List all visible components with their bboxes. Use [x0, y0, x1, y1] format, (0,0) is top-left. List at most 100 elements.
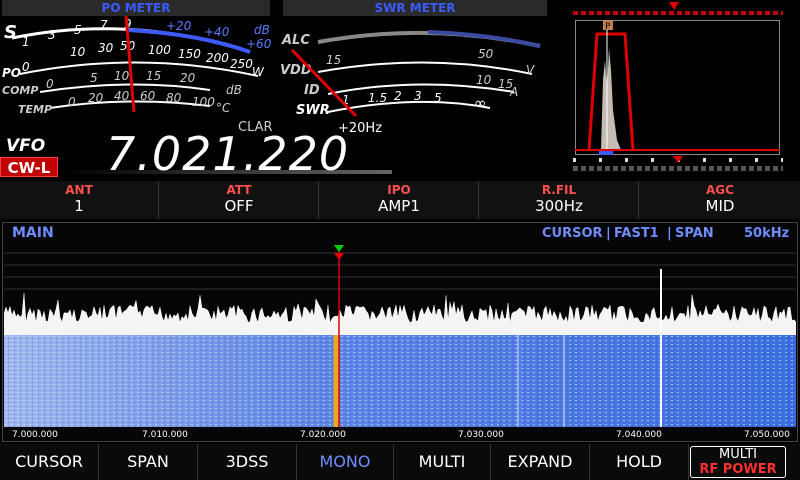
status-bar: ANT 1 ATT OFF IPO AMP1 R.FIL 300Hz AGC M… [0, 181, 800, 219]
spectrum-waterfall[interactable]: 7.000.000 7.010.000 7.020.000 7.030.000 … [4, 243, 796, 441]
status-label: IPO [387, 183, 411, 197]
status-label: AGC [706, 183, 734, 197]
scope-speed-option[interactable]: FAST1 [614, 226, 659, 241]
svg-text:15: 15 [146, 69, 161, 83]
svg-text:80: 80 [166, 91, 182, 105]
frequency-display[interactable]: 7.021.220 [106, 127, 349, 181]
svg-text:∞: ∞ [474, 94, 487, 112]
svg-text:20: 20 [88, 91, 104, 105]
vfo-label: VFO [6, 136, 46, 156]
swr-scale: 1 1.5 2 3 5 ∞ [342, 89, 487, 112]
svg-text:100: 100 [148, 43, 171, 57]
status-value: 1 [74, 197, 84, 215]
spectrum-grid [4, 252, 796, 290]
filter-bottom-ruler [573, 156, 783, 174]
svg-text:V: V [526, 63, 535, 77]
svg-text:250: 250 [230, 57, 253, 71]
swr-meter: ALC VDD ID SWR 15 50 V 10 15 A 1 1.5 2 3… [280, 30, 541, 118]
id-label: ID [304, 83, 320, 98]
svg-text:7.050.000: 7.050.000 [744, 430, 790, 440]
scope-span-option[interactable]: SPAN [675, 226, 714, 241]
expand-button[interactable]: EXPAND [491, 444, 590, 480]
svg-text:dB: dB [254, 23, 270, 37]
svg-text:7.000.000: 7.000.000 [12, 430, 58, 440]
status-value: MID [705, 197, 735, 215]
soft-key-bar: CURSOR SPAN 3DSS MONO MULTI EXPAND HOLD [0, 444, 800, 480]
svg-text:1: 1 [22, 35, 30, 49]
svg-text:7: 7 [100, 18, 108, 32]
po-meter: S PO COMP TEMP 1 3 5 7 9 +20 +40 +60 dB … [2, 16, 272, 116]
svg-text:10: 10 [114, 69, 130, 83]
cursor-marker-top [334, 245, 344, 252]
cursor-button[interactable]: CURSOR [0, 444, 99, 480]
svg-text:5: 5 [90, 71, 98, 85]
po-label: PO [2, 66, 21, 80]
svg-text:7.020.000: 7.020.000 [300, 430, 346, 440]
status-att[interactable]: ATT OFF [160, 181, 319, 219]
svg-text:7.010.000: 7.010.000 [142, 430, 188, 440]
scope-span-value: 50kHz [744, 226, 790, 241]
svg-text:30: 30 [98, 41, 114, 55]
multi-rf-power-button[interactable]: MULTI RF POWER [690, 446, 786, 478]
status-ipo[interactable]: IPO AMP1 [320, 181, 479, 219]
svg-text:+20: +20 [166, 19, 192, 33]
hold-button[interactable]: HOLD [590, 444, 689, 480]
status-rfil[interactable]: R.FIL 300Hz [480, 181, 639, 219]
svg-text:200: 200 [206, 51, 229, 65]
scope-title: MAIN [12, 225, 54, 241]
temp-scale: 0 20 40 60 80 100 °C [68, 89, 231, 115]
svg-text:50: 50 [478, 47, 494, 61]
status-label: ANT [65, 183, 93, 197]
svg-text:150: 150 [178, 47, 201, 61]
svg-text:°C: °C [216, 101, 231, 115]
svg-text:60: 60 [140, 89, 156, 103]
svg-text:3: 3 [414, 89, 422, 103]
s-label: S [4, 22, 17, 43]
swr-meter-title: SWR METER [283, 0, 547, 16]
mode-badge[interactable]: CW-L [0, 157, 58, 177]
spectrum-trace [4, 293, 796, 336]
swr-label: SWR [296, 103, 330, 118]
multi-display-button[interactable]: MULTI [394, 444, 491, 480]
frequency-axis: 7.000.000 7.010.000 7.020.000 7.030.000 … [12, 430, 790, 440]
3dss-button[interactable]: 3DSS [198, 444, 297, 480]
status-value: OFF [224, 197, 254, 215]
svg-text:7.040.000: 7.040.000 [616, 430, 662, 440]
svg-text:2: 2 [394, 89, 402, 103]
status-agc[interactable]: AGC MID [640, 181, 800, 219]
filter-top-ruler [573, 2, 783, 18]
scope-cursor-option[interactable]: CURSOR [542, 226, 603, 241]
svg-text:0: 0 [46, 77, 54, 91]
cursor-marker [334, 253, 344, 260]
comp-label: COMP [2, 84, 38, 97]
svg-text:7.030.000: 7.030.000 [458, 430, 504, 440]
svg-text:+60: +60 [246, 37, 272, 51]
svg-text:15: 15 [326, 53, 341, 67]
multi-button-label: MULTI [719, 447, 757, 462]
svg-text:20: 20 [180, 71, 196, 85]
svg-text:10: 10 [476, 73, 492, 87]
status-label: R.FIL [541, 183, 577, 197]
mono-button[interactable]: MONO [297, 444, 394, 480]
svg-text:dB: dB [226, 83, 242, 97]
rf-power-label: RF POWER [699, 462, 777, 477]
status-value: 300Hz [535, 197, 583, 215]
svg-text:5: 5 [74, 23, 82, 37]
status-value: AMP1 [378, 197, 420, 215]
svg-text:3: 3 [48, 28, 56, 42]
spectrum-noise-floor [4, 293, 796, 336]
span-button[interactable]: SPAN [99, 444, 198, 480]
svg-text:0: 0 [68, 95, 76, 109]
svg-text:100: 100 [192, 95, 215, 109]
alc-label: ALC [281, 33, 310, 48]
svg-text:+40: +40 [204, 25, 230, 39]
svg-text:5: 5 [434, 91, 442, 105]
svg-text:1.5: 1.5 [368, 91, 387, 105]
filter-marker: P [605, 22, 611, 32]
po-meter-title: PO METER [2, 0, 270, 16]
svg-text:0: 0 [22, 60, 30, 74]
temp-label: TEMP [18, 103, 52, 116]
svg-text:W: W [252, 65, 265, 79]
filter-scope: P [575, 20, 780, 155]
status-ant[interactable]: ANT 1 [0, 181, 159, 219]
